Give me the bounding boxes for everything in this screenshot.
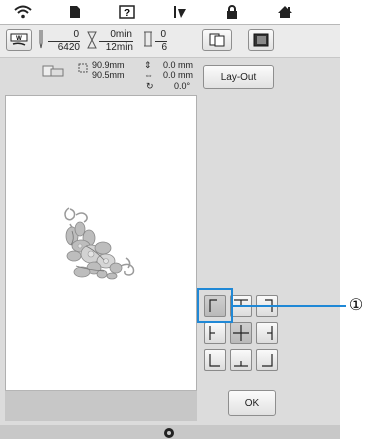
- vertical-offset: 0.0 mm: [163, 60, 194, 70]
- frame-display-button[interactable]: [248, 29, 274, 51]
- help-icon[interactable]: ?: [112, 2, 142, 22]
- position-center-button[interactable]: [230, 322, 252, 344]
- horizontal-offset-icon: ⇔: [144, 70, 153, 80]
- svg-text:W: W: [16, 36, 22, 42]
- stitch-counter: 0 6420: [48, 30, 80, 53]
- thread-icon[interactable]: [165, 2, 195, 22]
- pattern-view-button[interactable]: [202, 29, 232, 51]
- home-icon[interactable]: [270, 2, 300, 22]
- settings-icon[interactable]: [163, 426, 175, 438]
- lock-icon[interactable]: [217, 2, 247, 22]
- color-counter: 0 6: [155, 30, 167, 53]
- pattern-height: 90.5mm: [92, 70, 125, 80]
- hoop-size-icon: [42, 64, 64, 78]
- embroidery-screen: ? W 0 6420 0min 12min 0 6 90.9mm 90.5mm …: [0, 0, 340, 439]
- spool-icon: [143, 30, 153, 50]
- layout-button[interactable]: Lay-Out: [203, 65, 274, 89]
- ok-button[interactable]: OK: [228, 390, 276, 416]
- hourglass-icon: [87, 30, 97, 50]
- pattern-size-icon: [78, 60, 88, 73]
- rotation-icon: ↻: [146, 81, 154, 91]
- needle-icon: [37, 29, 45, 49]
- info-row: 90.9mm 90.5mm ⇕ ⇔ 0.0 mm 0.0 mm ↻ 0.0° L…: [0, 58, 340, 94]
- presser-foot-button[interactable]: W: [6, 29, 32, 51]
- position-middle-right-button[interactable]: [256, 322, 278, 344]
- callout-line: [233, 305, 346, 307]
- callout-number: ①: [348, 297, 364, 314]
- color-total: 6: [161, 42, 167, 53]
- stitch-count-total: 6420: [57, 42, 80, 53]
- wifi-icon[interactable]: [8, 2, 38, 22]
- color-current: 0: [155, 30, 167, 42]
- horizontal-offset: 0.0 mm: [163, 70, 194, 80]
- position-middle-left-button[interactable]: [204, 322, 226, 344]
- stitch-count-current: 0: [48, 30, 80, 42]
- vertical-offset-icon: ⇕: [144, 60, 152, 70]
- top-toolbar: ?: [0, 0, 340, 25]
- time-total: 12min: [105, 42, 133, 53]
- position-bottom-center-button[interactable]: [230, 349, 252, 371]
- position-bottom-right-button[interactable]: [256, 349, 278, 371]
- position-bottom-left-button[interactable]: [204, 349, 226, 371]
- pattern-width: 90.9mm: [92, 60, 125, 70]
- status-row: W 0 6420 0min 12min 0 6: [0, 25, 340, 58]
- rotation-value: 0.0°: [174, 81, 191, 91]
- footer-bar: [0, 425, 340, 439]
- time-current: 0min: [99, 30, 133, 42]
- svg-text:?: ?: [124, 8, 130, 19]
- embroidery-canvas[interactable]: [5, 95, 197, 392]
- page-icon[interactable]: [60, 2, 90, 22]
- highlight-box: [197, 288, 233, 323]
- embroidery-pattern: [64, 207, 135, 280]
- time-counter: 0min 12min: [99, 30, 133, 53]
- bottom-panel: [5, 390, 197, 421]
